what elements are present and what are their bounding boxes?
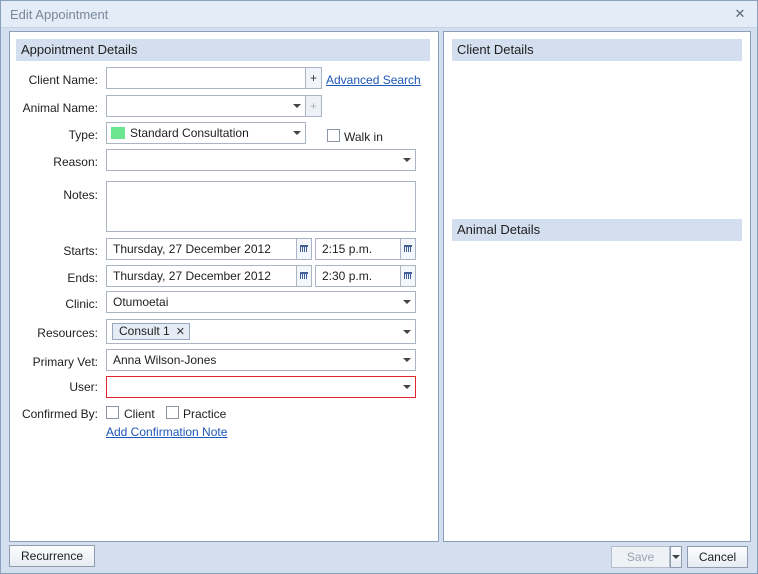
primary-vet-label: Primary Vet:	[32, 355, 98, 369]
chevron-down-icon	[403, 158, 411, 162]
chevron-down-icon	[293, 104, 301, 108]
type-dropdown[interactable]: Standard Consultation	[106, 122, 306, 144]
chevron-down-icon	[403, 300, 411, 304]
walk-in-checkbox[interactable]	[327, 129, 340, 142]
primary-vet-dropdown[interactable]: Anna Wilson-Jones	[106, 349, 416, 371]
walk-in-label: Walk in	[344, 130, 383, 144]
animal-name-dropdown[interactable]	[106, 95, 306, 117]
end-date-input[interactable]: Thursday, 27 December 2012	[106, 265, 312, 287]
calendar-icon[interactable]	[296, 266, 311, 286]
confirmed-by-practice-checkbox[interactable]	[166, 406, 179, 419]
chevron-down-icon	[672, 555, 680, 559]
type-label: Type:	[68, 128, 98, 142]
add-confirmation-note-link[interactable]: Add Confirmation Note	[106, 425, 227, 439]
confirmed-by-label: Confirmed By:	[21, 407, 98, 421]
chevron-down-icon	[403, 358, 411, 362]
notes-label: Notes:	[63, 188, 98, 202]
reason-dropdown[interactable]	[106, 149, 416, 171]
user-label: User:	[69, 380, 98, 394]
details-panel: Client Details Animal Details	[443, 31, 751, 542]
starts-label: Starts:	[63, 244, 98, 258]
chevron-down-icon	[403, 330, 411, 334]
confirmed-by-practice-label: Practice	[183, 407, 227, 421]
confirmed-by-client-label: Client	[124, 407, 155, 421]
type-color-swatch	[111, 127, 125, 139]
clinic-label: Clinic:	[65, 297, 98, 311]
user-dropdown[interactable]	[106, 376, 416, 398]
confirmed-by-client-checkbox[interactable]	[106, 406, 119, 419]
chevron-down-icon	[293, 131, 301, 135]
appointment-details-panel: Appointment Details Client Name: + Advan…	[9, 31, 439, 542]
appointment-details-header: Appointment Details	[16, 39, 430, 61]
edit-appointment-window: Edit Appointment ✕ Appointment Details C…	[0, 0, 758, 574]
end-time-input[interactable]: 2:30 p.m.	[315, 265, 416, 287]
close-icon[interactable]: ✕	[731, 5, 749, 23]
ends-label: Ends:	[67, 271, 98, 285]
remove-tag-icon[interactable]: ✕	[176, 326, 185, 338]
recurrence-button[interactable]: Recurrence	[9, 545, 95, 567]
window-title: Edit Appointment	[10, 7, 109, 22]
cancel-button[interactable]: Cancel	[687, 546, 748, 568]
client-name-input[interactable]	[106, 67, 306, 89]
resources-label: Resources:	[37, 326, 98, 340]
save-options-button[interactable]	[670, 546, 682, 568]
add-animal-button[interactable]: +	[305, 95, 322, 117]
start-time-input[interactable]: 2:15 p.m.	[315, 238, 416, 260]
animal-details-header: Animal Details	[452, 219, 742, 241]
calendar-icon[interactable]	[296, 239, 311, 259]
animal-name-label: Animal Name:	[22, 101, 98, 115]
save-button[interactable]: Save	[611, 546, 670, 568]
time-picker-icon[interactable]	[400, 266, 415, 286]
resource-tag: Consult 1 ✕	[112, 323, 190, 340]
time-picker-icon[interactable]	[400, 239, 415, 259]
chevron-down-icon	[403, 385, 411, 389]
add-client-button[interactable]: +	[305, 67, 322, 89]
client-details-header: Client Details	[452, 39, 742, 61]
reason-label: Reason:	[53, 155, 98, 169]
resources-multiselect[interactable]: Consult 1 ✕	[106, 319, 416, 344]
title-bar: Edit Appointment ✕	[1, 1, 757, 28]
notes-textarea[interactable]	[106, 181, 416, 232]
start-date-input[interactable]: Thursday, 27 December 2012	[106, 238, 312, 260]
clinic-dropdown[interactable]: Otumoetai	[106, 291, 416, 313]
advanced-search-link[interactable]: Advanced Search	[326, 73, 421, 87]
client-name-label: Client Name:	[28, 73, 98, 87]
